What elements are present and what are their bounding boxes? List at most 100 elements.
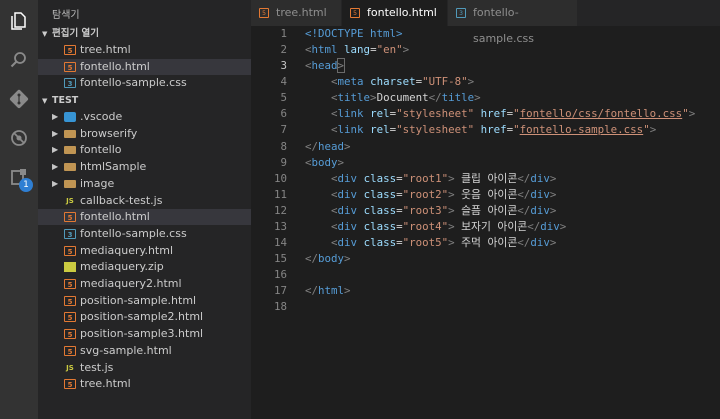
chevron-right-icon: ▶: [52, 128, 59, 138]
code-line[interactable]: <div class="root2"> 웃음 아이콘</div>: [305, 187, 556, 203]
css-file-icon: 3: [64, 78, 76, 89]
workspace-header[interactable]: ▼ TEST: [38, 94, 251, 108]
chevron-down-icon: ▼: [42, 97, 48, 105]
source-control-icon[interactable]: [7, 87, 31, 111]
item-label: fontello-sample.css: [80, 76, 187, 90]
file-item[interactable]: 5 position-sample3.html: [38, 326, 251, 342]
file-item[interactable]: 5 fontello.html: [38, 209, 251, 226]
file-item[interactable]: 3 fontello-sample.css: [38, 75, 251, 91]
code-line[interactable]: <div class="root1"> 클립 아이콘</div>: [305, 171, 556, 187]
line-number: 10: [273, 171, 287, 185]
code-line[interactable]: </html>: [305, 283, 351, 299]
file-item[interactable]: 5 mediaquery.html: [38, 243, 251, 259]
item-label: position-sample3.html: [80, 327, 204, 341]
folder-item[interactable]: ▶ browserify: [38, 126, 251, 142]
css-file-icon: 3: [456, 8, 466, 18]
folder-item[interactable]: ▶ fontello: [38, 142, 251, 158]
workspace-label: TEST: [52, 95, 79, 106]
editor-area: 5 tree.html 5 fontello.html 3 fontello-s…: [251, 0, 720, 419]
folder-icon: [64, 129, 76, 138]
file-item[interactable]: 5 tree.html: [38, 42, 251, 58]
folder-item[interactable]: ▶ .vscode: [38, 109, 251, 125]
css-file-icon: 3: [64, 228, 76, 239]
debug-icon[interactable]: [7, 126, 31, 150]
code-line[interactable]: <html lang="en">: [305, 42, 409, 58]
item-label: position-sample2.html: [80, 310, 204, 324]
html-file-icon: 5: [64, 345, 76, 356]
folder-item[interactable]: ▶ htmlSample: [38, 159, 251, 175]
vscode-folder-icon: [64, 112, 76, 122]
html-file-icon: 5: [64, 245, 76, 256]
tab-label: fontello.html: [367, 6, 437, 19]
file-item[interactable]: 5 fontello.html: [38, 58, 251, 75]
item-label: fontello-sample.css: [80, 226, 187, 240]
line-number: 5: [280, 91, 287, 105]
item-label: test.js: [80, 360, 114, 374]
code-line[interactable]: <div class="root4"> 보자기 아이콘</div>: [305, 219, 566, 235]
file-item[interactable]: 5 tree.html: [38, 376, 251, 392]
html-file-icon: 5: [350, 8, 360, 18]
tab-fontello-html[interactable]: 5 fontello.html: [342, 0, 447, 26]
chevron-right-icon: ▶: [52, 112, 59, 121]
explorer-sidebar: 탐색기 ▼ 편집기 열기 5 tree.html 5 fontello.html 3 fon…: [38, 0, 251, 419]
activity-bar: 1: [0, 0, 38, 419]
code-editor[interactable]: 1 2 3 4 5 6 7 8 9 10 11 12 13 14 15 16 17 18 <!DOCTYPE ht…: [251, 26, 720, 419]
line-number: 9: [280, 155, 287, 169]
open-editors-label: 편집기 열기: [52, 28, 100, 39]
line-number: 7: [280, 123, 287, 137]
line-number: 14: [273, 236, 287, 250]
js-file-icon: JS: [66, 363, 74, 372]
file-item[interactable]: 5 mediaquery2.html: [38, 276, 251, 292]
code-line[interactable]: </body>: [305, 251, 351, 267]
code-line[interactable]: <!DOCTYPE html>: [305, 26, 403, 42]
files-icon[interactable]: [7, 9, 31, 33]
explorer-title: 탐색기: [52, 10, 80, 21]
item-label: fontello.html: [80, 210, 150, 224]
code-line[interactable]: <body>: [305, 155, 344, 171]
code-line[interactable]: <div class="root5"> 주먹 아이콘</div>: [305, 235, 556, 251]
extensions-badge: 1: [19, 178, 33, 192]
html-file-icon: 5: [64, 312, 76, 323]
line-number: 1: [280, 27, 287, 40]
html-file-icon: 5: [64, 329, 76, 340]
item-label: tree.html: [80, 43, 131, 56]
item-label: callback-test.js: [80, 193, 163, 207]
file-item[interactable]: 5 position-sample.html: [38, 293, 251, 309]
line-number: 8: [280, 139, 287, 153]
line-number: 17: [273, 284, 287, 298]
html-file-icon: 5: [64, 45, 76, 55]
code-line[interactable]: <link rel="stylesheet" href="fontello-sa…: [305, 122, 656, 138]
html-file-icon: 5: [64, 295, 76, 306]
html-file-icon: 5: [64, 61, 76, 72]
line-number: 18: [273, 300, 287, 314]
line-number: 2: [280, 43, 287, 57]
file-item[interactable]: 5 position-sample2.html: [38, 309, 251, 325]
folder-icon: [64, 179, 76, 188]
tab-tree-html[interactable]: 5 tree.html: [251, 0, 341, 26]
line-number: 11: [273, 187, 287, 201]
code-line[interactable]: <meta charset="UTF-8">: [305, 74, 474, 90]
folder-item[interactable]: ▶ image: [38, 176, 251, 192]
search-icon[interactable]: [7, 48, 31, 72]
code-line[interactable]: </head>: [305, 139, 351, 155]
file-item[interactable]: 5 svg-sample.html: [38, 343, 251, 359]
code-line[interactable]: <div class="root3"> 슬픔 아이콘</div>: [305, 203, 556, 219]
item-label: svg-sample.html: [80, 343, 172, 357]
file-item[interactable]: 3 fontello-sample.css: [38, 226, 251, 242]
open-editors-header[interactable]: ▼ 편집기 열기: [38, 27, 251, 41]
line-number: 16: [273, 268, 287, 282]
html-file-icon: 5: [64, 279, 76, 289]
item-label: htmlSample: [80, 160, 147, 174]
code-line[interactable]: <head>: [305, 58, 345, 74]
tab-fontello-sample-css[interactable]: 3 fontello-sample.css: [448, 0, 577, 45]
file-item[interactable]: JS callback-test.js: [38, 193, 251, 209]
file-item[interactable]: mediaquery.zip: [38, 259, 251, 275]
item-label: fontello.html: [80, 59, 150, 73]
code-line[interactable]: <title>Document</title>: [305, 90, 481, 106]
js-file-icon: JS: [66, 196, 74, 205]
html-file-icon: 5: [64, 379, 76, 390]
line-number: 13: [273, 219, 287, 233]
code-line[interactable]: <link rel="stylesheet" href="fontello/cs…: [305, 106, 695, 122]
line-number: 6: [280, 107, 287, 121]
file-item[interactable]: JS test.js: [38, 360, 251, 376]
